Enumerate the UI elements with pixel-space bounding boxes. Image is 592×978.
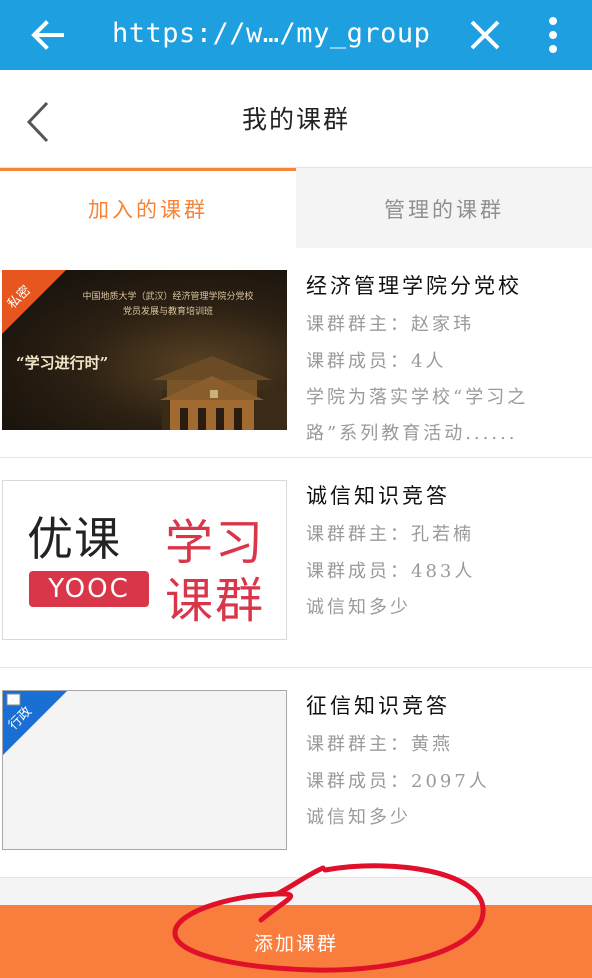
group-info: 诚信知识竞答 课群群主：孔若楠 课群成员：483人 诚信知多少	[306, 480, 586, 626]
url-text[interactable]: https://w…/my_group	[112, 14, 430, 54]
owner-label: 课群群主：	[306, 734, 411, 755]
page-header: 我的课群	[0, 70, 592, 168]
more-vert-icon[interactable]	[538, 14, 568, 56]
admin-badge: 行政	[3, 691, 67, 755]
browser-toolbar: https://w…/my_group	[0, 0, 592, 70]
group-description: 诚信知多少	[306, 597, 411, 618]
thumb-caption: 中国地质大学（武汉）经济管理学院分党校 党员发展与教育培训班	[58, 290, 278, 320]
group-members: 课群成员：483人	[306, 553, 586, 590]
arrow-left-icon[interactable]	[28, 15, 68, 55]
add-group-label: 添加课群	[253, 933, 338, 955]
owner-label: 课群群主：	[306, 524, 411, 545]
owner-value: 孔若楠	[411, 524, 474, 545]
tab-managed-groups[interactable]: 管理的课群	[296, 168, 592, 248]
owner-value: 黄燕	[411, 734, 453, 755]
tab-joined-groups[interactable]: 加入的课群	[0, 168, 296, 248]
members-value: 4人	[411, 351, 447, 372]
group-description: 学院为落实学校“学习之路”系列教育活动......	[306, 387, 529, 444]
group-owner: 课群群主：孔若楠	[306, 516, 586, 553]
members-value: 2097人	[411, 771, 490, 792]
members-label: 课群成员：	[306, 351, 411, 372]
yooc-brand: 优课	[27, 512, 121, 566]
group-info: 征信知识竞答 课群群主：黄燕 课群成员：2097人 诚信知多少	[306, 690, 586, 836]
group-item[interactable]: 优课 YOOC 学习 课群 诚信知识竞答 课群群主：孔若楠 课群成员：483人 …	[0, 458, 592, 668]
thumb-caption-line1: 中国地质大学（武汉）经济管理学院分党校	[82, 292, 254, 302]
members-value: 483人	[411, 561, 476, 582]
group-item[interactable]: 私密 中国地质大学（武汉）经济管理学院分党校 党员发展与教育培训班 “学习进行时…	[0, 248, 592, 458]
group-members: 课群成员：2097人	[306, 763, 586, 800]
add-group-button[interactable]: 添加课群	[0, 905, 592, 978]
group-item[interactable]: 行政 征信知识竞答 课群群主：黄燕 课群成员：2097人 诚信知多少	[0, 668, 592, 878]
group-owner: 课群群主：黄燕	[306, 726, 586, 763]
group-thumbnail: 优课 YOOC 学习 课群	[2, 480, 287, 640]
owner-label: 课群群主：	[306, 314, 411, 335]
thumb-tag-2: 课群	[165, 573, 266, 629]
group-name[interactable]: 经济管理学院分党校	[306, 270, 586, 306]
group-description: 诚信知多少	[306, 807, 411, 828]
page-title: 我的课群	[241, 105, 350, 134]
group-thumbnail: 私密 中国地质大学（武汉）经济管理学院分党校 党员发展与教育培训班 “学习进行时…	[2, 270, 287, 430]
yooc-logo: YOOC	[29, 571, 149, 607]
members-label: 课群成员：	[306, 771, 411, 792]
group-info: 经济管理学院分党校 课群群主：赵家玮 课群成员：4人 学院为落实学校“学习之路”…	[306, 270, 586, 452]
close-icon[interactable]	[466, 16, 504, 54]
thumb-slogan: “学习进行时”	[16, 354, 109, 372]
tab-bar: 加入的课群 管理的课群	[0, 168, 592, 248]
group-members: 课群成员：4人	[306, 343, 586, 380]
group-name[interactable]: 征信知识竞答	[306, 690, 586, 726]
group-thumbnail: 行政	[2, 690, 287, 850]
thumb-caption-line2: 党员发展与教育培训班	[122, 307, 213, 317]
group-name[interactable]: 诚信知识竞答	[306, 480, 586, 516]
owner-value: 赵家玮	[411, 314, 474, 335]
members-label: 课群成员：	[306, 561, 411, 582]
group-owner: 课群群主：赵家玮	[306, 306, 586, 343]
